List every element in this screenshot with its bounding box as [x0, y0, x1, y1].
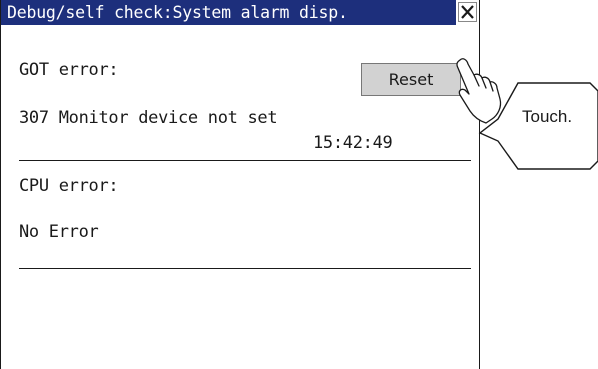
touch-callout-text: Touch. [522, 107, 573, 126]
cpu-error-label: CPU error: [19, 176, 119, 196]
window-title: Debug/self check:System alarm disp. [1, 0, 456, 25]
touch-callout [456, 58, 598, 170]
system-alarm-window: Debug/self check:System alarm disp. GOT … [0, 0, 480, 369]
close-button[interactable] [458, 2, 477, 22]
close-icon [461, 5, 474, 19]
hand-pointer-icon [456, 58, 502, 124]
titlebar: Debug/self check:System alarm disp. [1, 0, 478, 25]
cpu-error-message: No Error [19, 222, 99, 242]
section-divider [19, 160, 471, 161]
section-divider [19, 268, 471, 269]
got-error-label: GOT error: [19, 60, 119, 80]
got-error-message: 307 Monitor device not set [19, 108, 278, 128]
got-error-time: 15:42:49 [313, 133, 393, 153]
